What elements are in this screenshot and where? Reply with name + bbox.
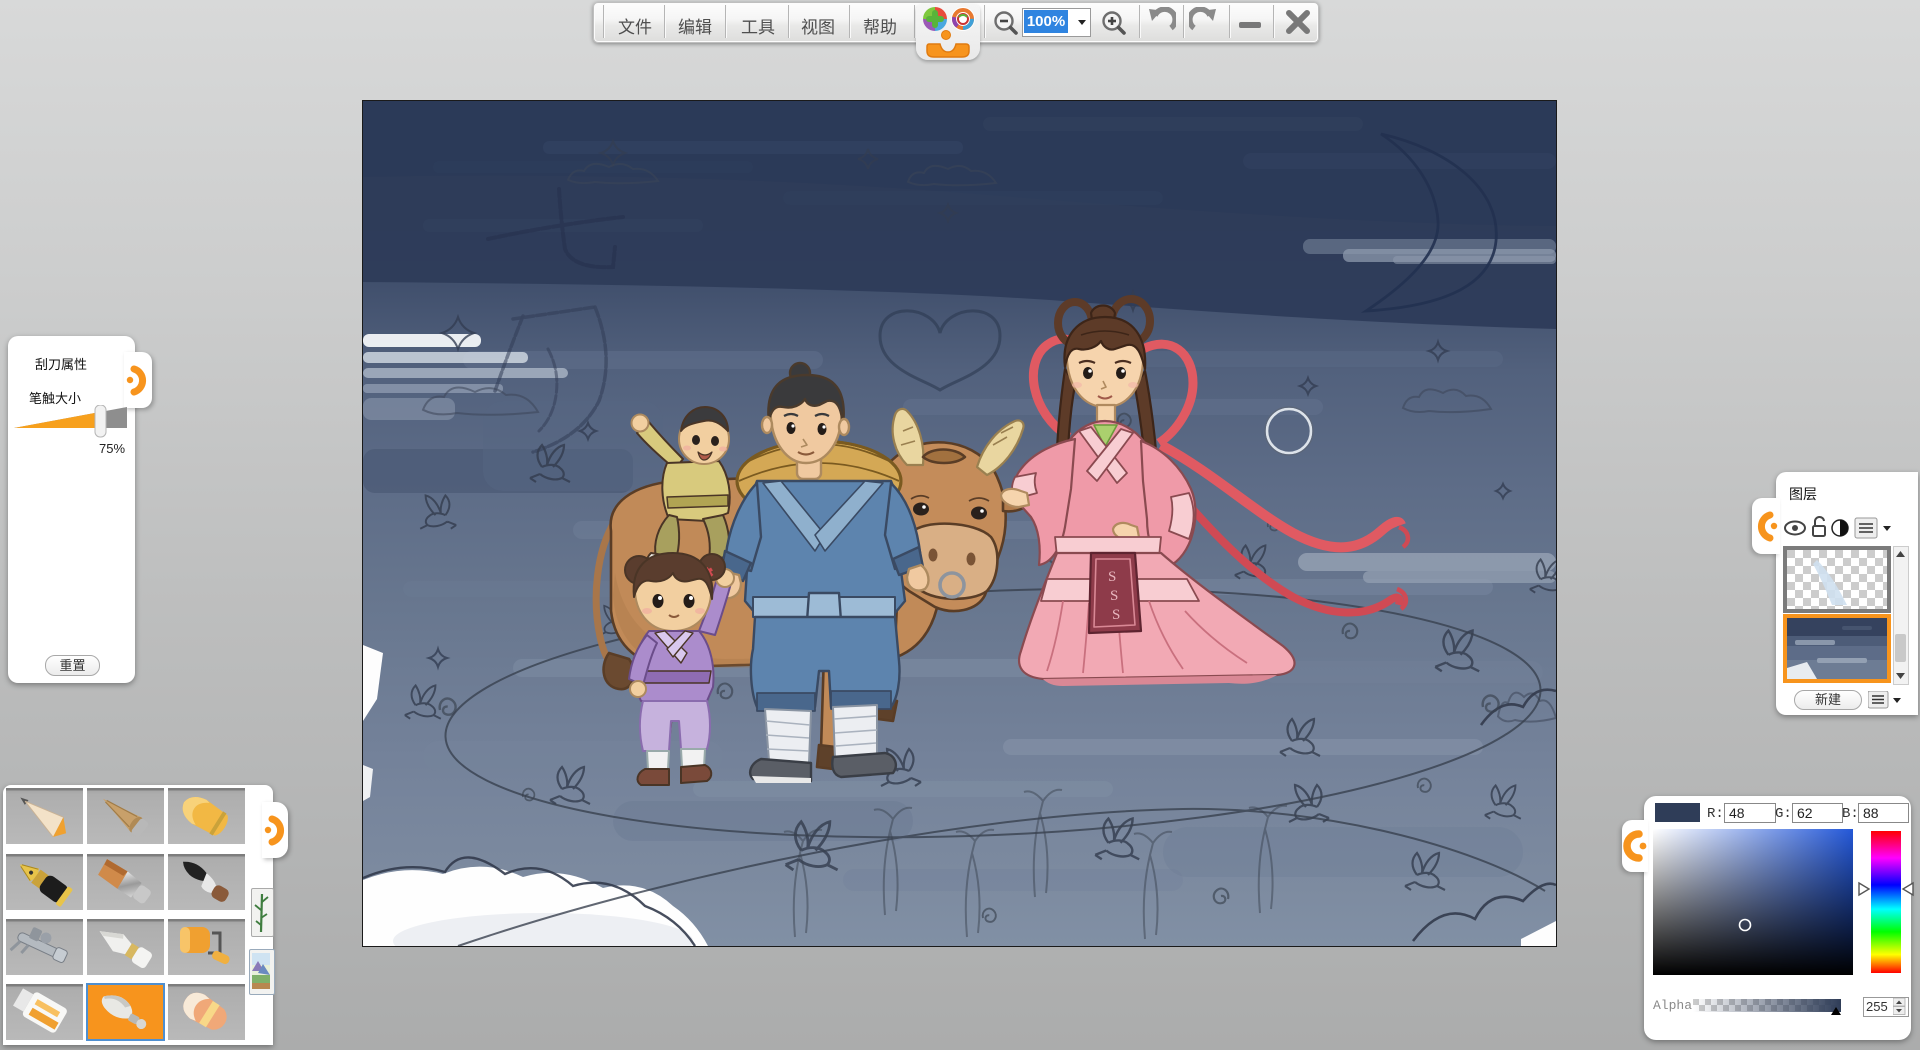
svg-text:S: S [1110,588,1118,604]
svg-text:S: S [1112,607,1120,623]
svg-text:S: S [1108,569,1116,585]
